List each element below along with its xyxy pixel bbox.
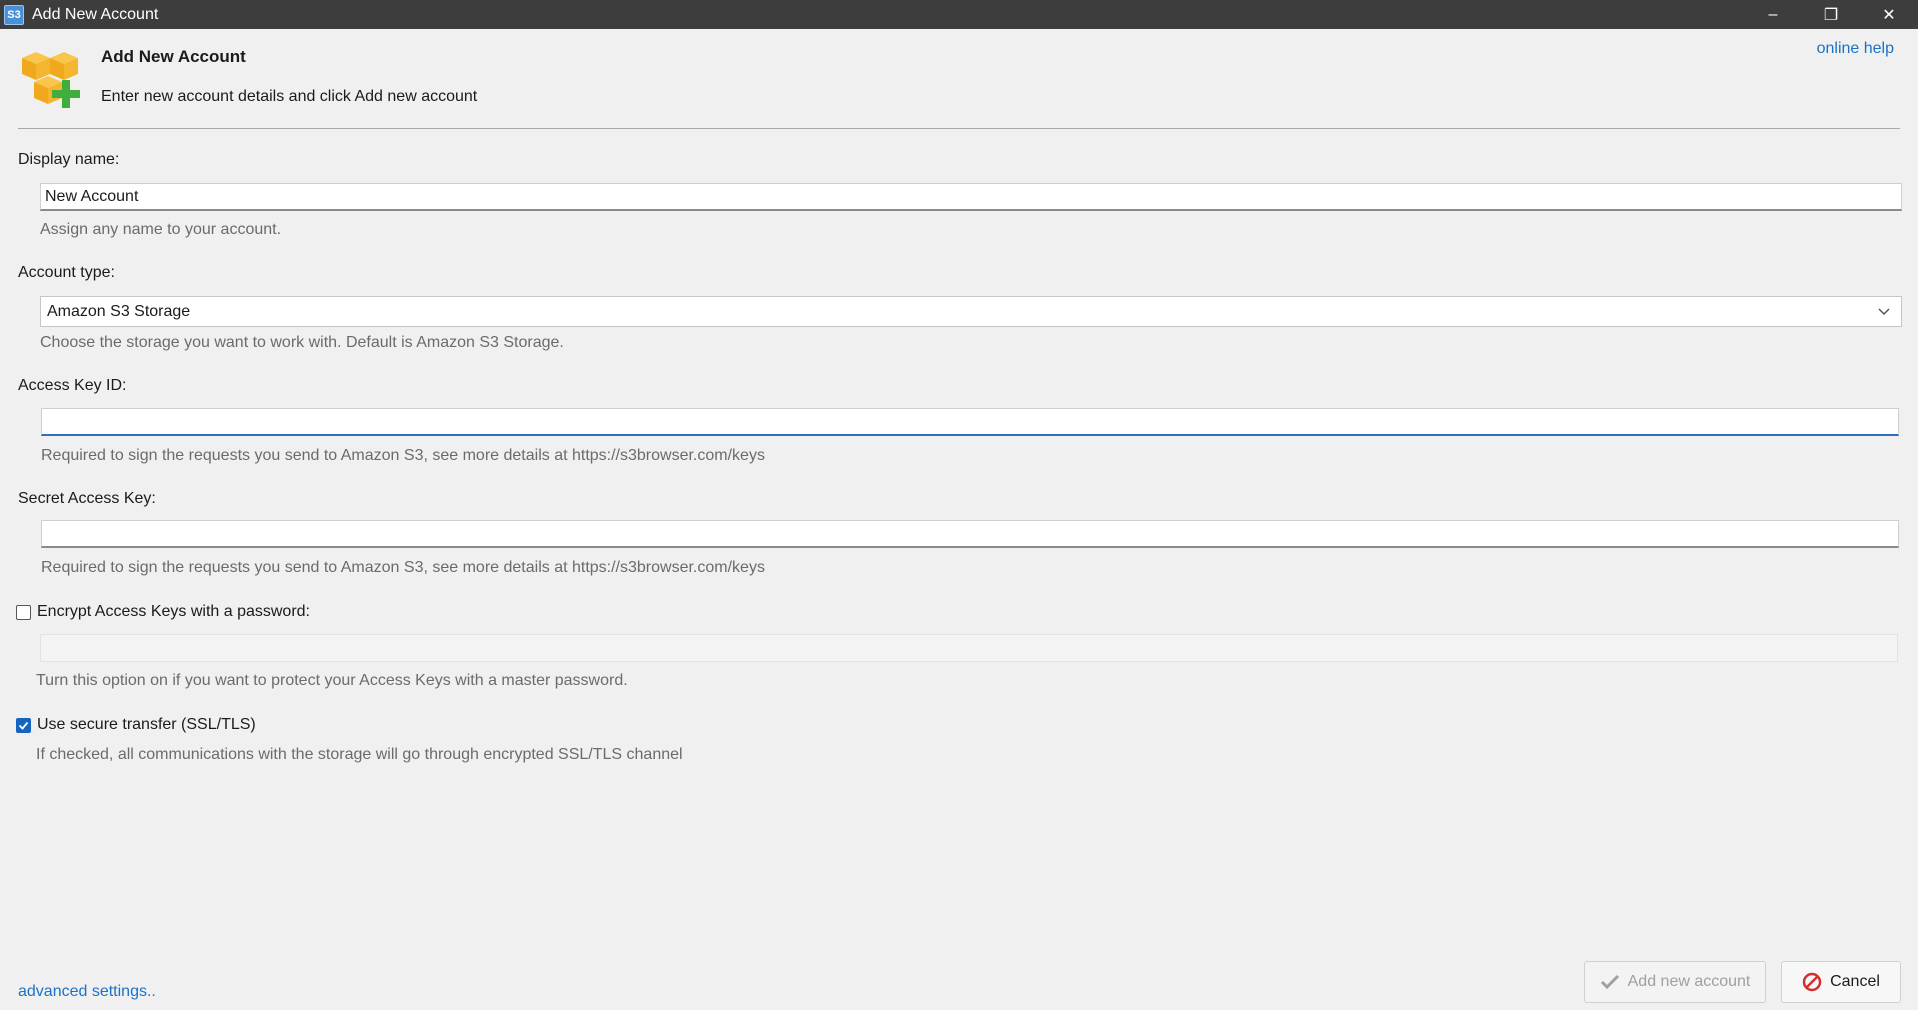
online-help-link[interactable]: online help — [1817, 40, 1894, 58]
advanced-settings-link[interactable]: advanced settings.. — [18, 983, 156, 1001]
secure-transfer-checkbox-row[interactable]: Use secure transfer (SSL/TLS) — [16, 716, 256, 734]
encrypt-hint: Turn this option on if you want to prote… — [36, 672, 628, 689]
secure-transfer-label: Use secure transfer (SSL/TLS) — [37, 716, 256, 733]
cancel-icon — [1802, 972, 1822, 992]
access-key-hint: Required to sign the requests you send t… — [41, 447, 765, 464]
encrypt-checkbox-row[interactable]: Encrypt Access Keys with a password: — [16, 603, 310, 621]
close-button[interactable]: ✕ — [1860, 0, 1918, 29]
boxes-add-icon — [22, 52, 80, 108]
encrypt-checkbox[interactable] — [16, 604, 31, 620]
add-new-account-label: Add new account — [1627, 973, 1751, 990]
checkmark-icon — [18, 721, 29, 730]
encrypt-checkbox-label: Encrypt Access Keys with a password: — [37, 603, 310, 620]
dialog-title: Add New Account — [101, 47, 246, 66]
secure-transfer-hint: If checked, all communications with the … — [36, 746, 683, 763]
cancel-label: Cancel — [1830, 973, 1880, 990]
title-bar: S3 Add New Account – ❐ ✕ — [0, 0, 1918, 29]
cancel-button[interactable]: Cancel — [1781, 961, 1901, 1003]
window-title: Add New Account — [32, 5, 159, 23]
dialog-subtitle: Enter new account details and click Add … — [101, 88, 478, 105]
access-key-label: Access Key ID: — [18, 377, 127, 394]
access-key-input[interactable] — [41, 408, 1899, 436]
account-type-select[interactable]: Amazon S3 Storage — [40, 296, 1902, 327]
account-type-label: Account type: — [18, 264, 115, 281]
header-divider — [18, 128, 1900, 129]
secret-key-input[interactable] — [41, 520, 1899, 548]
account-type-hint: Choose the storage you want to work with… — [40, 334, 564, 351]
secret-key-hint: Required to sign the requests you send t… — [41, 559, 765, 576]
window-controls: – ❐ ✕ — [1744, 0, 1918, 29]
secret-key-label: Secret Access Key: — [18, 490, 156, 507]
minimize-button[interactable]: – — [1744, 0, 1802, 29]
display-name-label: Display name: — [18, 151, 120, 168]
display-name-input[interactable] — [40, 183, 1902, 211]
master-password-input — [40, 634, 1898, 662]
secure-transfer-checkbox[interactable] — [16, 717, 31, 733]
app-icon: S3 — [4, 4, 24, 25]
restore-button[interactable]: ❐ — [1802, 0, 1860, 29]
checkmark-icon — [1600, 974, 1620, 990]
account-type-value: Amazon S3 Storage — [47, 302, 191, 320]
add-new-account-button[interactable]: Add new account — [1584, 961, 1766, 1003]
chevron-down-icon — [1877, 301, 1891, 324]
display-name-hint: Assign any name to your account. — [40, 221, 282, 238]
